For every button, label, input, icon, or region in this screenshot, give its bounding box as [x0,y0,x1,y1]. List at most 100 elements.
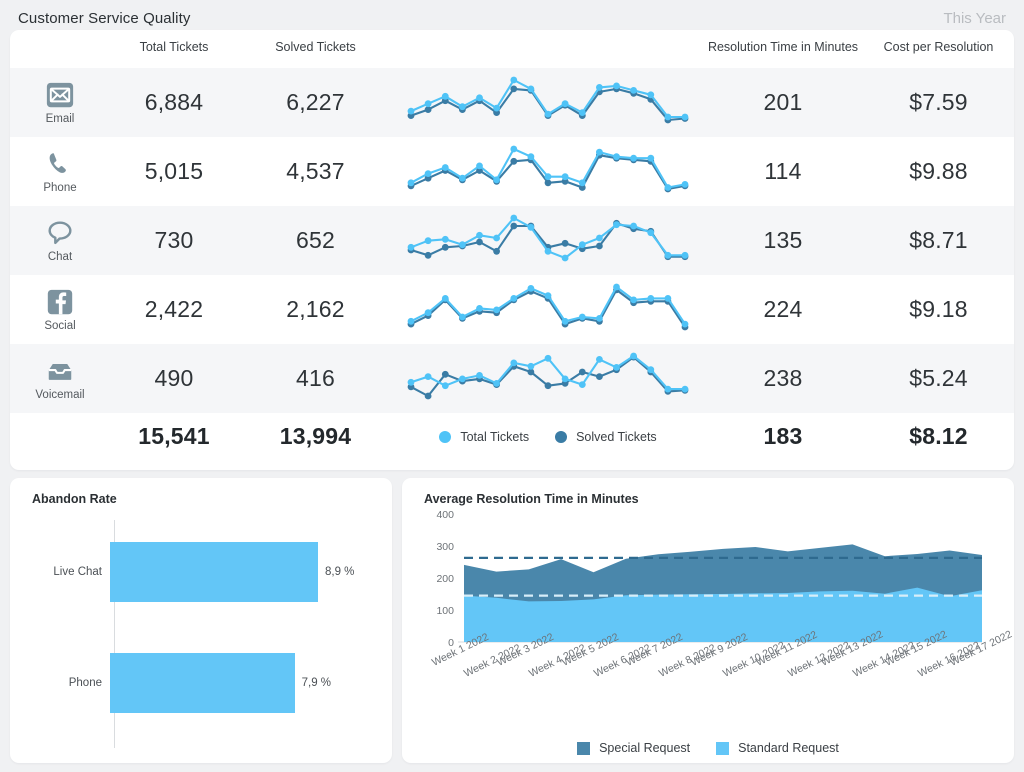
svg-text:400: 400 [436,509,454,521]
table-row[interactable]: Chat 730 652 135 $8.71 [10,205,1014,275]
channel-cell-chat: Chat [10,206,110,275]
page-title: Customer Service Quality [18,9,191,27]
legend-item-special-request[interactable]: Special Request [577,741,690,755]
resolution-time-value: 114 [764,157,802,184]
channel-label: Voicemail [35,388,85,401]
table-row[interactable]: Social 2,422 2,162 224 $9.18 [10,275,1014,344]
legend-dot-solved-tickets [555,430,568,443]
average-resolution-time-plot: 0 100 200 300 400 Week 1 2022 Week 2 2022 Week… [416,508,1014,688]
average-resolution-time-svg: 0100200300400 [436,509,982,649]
channel-cell-social: Social [10,275,110,344]
channel-label: Phone [43,181,77,194]
phone-icon [49,152,66,173]
solved-tickets-value: 416 [296,364,335,391]
legend-item-standard-request[interactable]: Standard Request [716,741,839,755]
sparkline-cell [393,344,703,413]
total-tickets-value: 490 [154,364,194,391]
svg-text:200: 200 [436,573,454,585]
legend-label-total-tickets: Total Tickets [460,429,530,444]
legend-item-solved-tickets[interactable]: Solved Tickets [555,430,657,444]
cost-per-resolution-value: $5.24 [909,364,968,391]
resolution-time-value: 238 [763,364,803,391]
average-resolution-time-x-axis: Week 1 2022 Week 2 2022 Week 3 2022 Week 4 … [416,628,1014,724]
table-legend: Total Tickets Solved Tickets [393,413,703,461]
total-tickets-value: 5,015 [144,157,204,184]
totals-resolution-time: 183 [763,423,803,450]
table-row[interactable]: Email 6,884 6,227 201 $7.59 [10,67,1014,137]
resolution-time-value: 201 [763,88,803,115]
column-header-total-tickets: Total Tickets [139,40,209,54]
sparkline-voicemail [394,348,702,409]
column-header-solved-tickets: Solved Tickets [275,40,356,54]
solved-tickets-value: 4,537 [286,157,345,184]
table-totals-row: 15,541 13,994 Total Tickets Solved Ticke… [10,412,1014,461]
table-header: Total Tickets Solved Tickets Resolution … [10,30,1014,68]
period-selector[interactable]: This Year [943,10,1006,27]
cost-per-resolution-value: $9.18 [909,295,968,322]
column-header-cost-per-resolution: Cost per Resolution [883,40,994,54]
average-resolution-time-card: Average Resolution Time in Minutes 0 100 2… [402,478,1014,763]
channel-cell-phone: Phone [10,137,110,206]
sparkline-cell [393,137,703,206]
totals-blank [10,413,110,461]
solved-tickets-value: 6,227 [286,88,345,115]
sparkline-chat [394,210,702,271]
sparkline-cell [393,275,703,344]
legend-label-standard-request: Standard Request [738,741,839,755]
resolution-time-value: 224 [763,295,803,322]
channel-label: Chat [47,250,73,263]
abandon-rate-value-1: 7,9 % [301,677,332,689]
table-row[interactable]: Voicemail 490 416 238 $5.24 [10,343,1014,413]
resolution-time-value: 135 [763,226,803,253]
svg-text:300: 300 [436,541,454,553]
solved-tickets-value: 652 [296,226,335,253]
sparkline-phone [394,141,702,202]
totals-total-tickets: 15,541 [138,423,210,450]
legend-swatch-standard-request [716,741,730,755]
voicemail-inbox-icon [48,363,72,380]
average-resolution-time-title: Average Resolution Time in Minutes [424,492,639,506]
facebook-icon [47,289,73,314]
average-resolution-time-legend: Special Request Standard Request [402,741,1014,755]
cost-per-resolution-value: $8.71 [909,226,968,253]
abandon-rate-bar-live-chat[interactable]: Live Chat 8,9 % [24,542,378,602]
legend-label-solved-tickets: Solved Tickets [576,429,657,444]
service-quality-table: Total Tickets Solved Tickets Resolution … [10,30,1014,461]
service-quality-table-card: Total Tickets Solved Tickets Resolution … [10,30,1014,470]
table-row[interactable]: Phone 5,015 4,537 114 $9.88 [10,137,1014,206]
abandon-rate-bar-phone[interactable]: Phone 7,9 % [24,653,378,713]
envelope-icon [46,82,74,107]
solved-tickets-value: 2,162 [286,295,345,322]
dashboard-page: Customer Service Quality This Year Total… [0,0,1024,772]
abandon-rate-bar-fill-0 [110,542,318,602]
cost-per-resolution-value: $7.59 [909,88,968,115]
legend-dot-total-tickets [439,430,452,443]
abandon-rate-card: Abandon Rate Live Chat 8,9 % Phone 7,9 % [10,478,392,763]
column-header-resolution-time: Resolution Time in Minutes [707,40,859,54]
sparkline-cell [393,68,703,137]
column-header-trend [393,30,703,68]
table-body: Email 6,884 6,227 201 $7.59 Phone 5,015 … [10,67,1014,461]
channel-cell-email: Email [10,68,110,137]
totals-solved-tickets: 13,994 [279,423,352,450]
channel-cell-voicemail: Voicemail [10,344,110,413]
cost-per-resolution-value: $9.88 [909,157,968,184]
abandon-rate-value-0: 8,9 % [325,566,355,578]
channel-label: Email [45,112,75,125]
total-tickets-value: 730 [154,226,194,253]
sparkline-email [394,72,702,133]
total-tickets-value: 2,422 [144,295,204,322]
legend-item-total-tickets[interactable]: Total Tickets [439,430,529,444]
total-tickets-value: 6,884 [144,88,204,115]
chat-bubble-icon [48,221,72,244]
abandon-rate-category-1: Phone [68,677,102,689]
legend-label-special-request: Special Request [599,741,691,755]
column-header-channel [10,30,110,68]
sparkline-social [394,279,702,340]
abandon-rate-plot: Live Chat 8,9 % Phone 7,9 % [24,512,378,750]
abandon-rate-title: Abandon Rate [32,492,117,506]
sparkline-cell [393,206,703,275]
channel-label: Social [44,319,76,332]
abandon-rate-category-0: Live Chat [53,566,102,578]
svg-text:100: 100 [436,605,454,617]
